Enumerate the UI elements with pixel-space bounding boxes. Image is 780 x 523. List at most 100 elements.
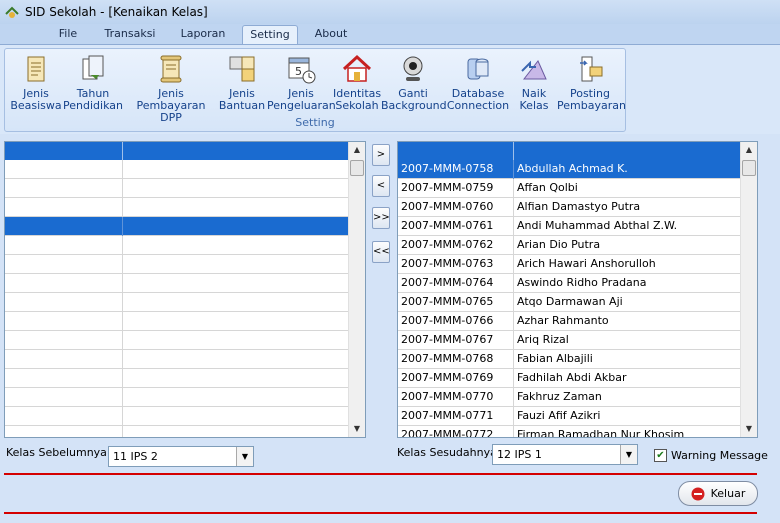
tab-file[interactable]: File <box>48 25 88 45</box>
naik-kelas-button[interactable]: Naik Kelas <box>511 51 557 112</box>
scroll-thumb[interactable] <box>350 160 364 176</box>
cell-nis <box>5 388 123 407</box>
jenis-pembayaran-dpp-button[interactable]: Jenis Pembayaran DPP <box>123 51 219 124</box>
table-row[interactable]: 2007-MMM-0772 Firman Ramadhan Nur Khosim <box>398 426 741 437</box>
table-row[interactable]: 2007-MMM-0760 Alfian Damastyo Putra <box>398 198 741 217</box>
chevron-down-icon[interactable]: ▼ <box>620 445 637 464</box>
table-row[interactable] <box>5 293 349 312</box>
table-row[interactable] <box>5 312 349 331</box>
table-row[interactable]: 2007-MMM-0762 Arian Dio Putra <box>398 236 741 255</box>
cell-nis <box>5 236 123 255</box>
warning-message-checkbox[interactable]: ✔ <box>654 449 667 462</box>
jenis-pengeluaran-button[interactable]: 5 Jenis Pengeluaran <box>267 51 336 112</box>
table-row[interactable] <box>5 331 349 350</box>
cell-nama: Arian Dio Putra <box>517 238 601 251</box>
table-row[interactable] <box>5 426 349 437</box>
column-header-nama[interactable] <box>123 142 349 160</box>
move-right-button[interactable]: > <box>372 144 390 166</box>
scroll-up-icon[interactable]: ▲ <box>349 142 365 158</box>
move-left-button[interactable]: < <box>372 175 390 197</box>
scroll-thumb[interactable] <box>742 160 756 176</box>
cell-nama <box>123 293 349 312</box>
keluar-label: Keluar <box>710 487 746 500</box>
ribbon: Jenis Beasiswa Tahun Pendidikan Jenis Pe… <box>0 44 780 134</box>
tab-about[interactable]: About <box>306 25 356 45</box>
column-header-nis[interactable] <box>5 142 123 160</box>
scroll-up-icon[interactable]: ▲ <box>741 142 757 158</box>
vertical-scrollbar[interactable]: ▲ ▼ <box>348 142 365 437</box>
table-row[interactable] <box>5 160 349 179</box>
cell-nama <box>123 407 349 426</box>
kelas-sesudahnya-select[interactable]: 12 IPS 1 ▼ <box>492 444 638 465</box>
table-row[interactable] <box>5 198 349 217</box>
table-row[interactable] <box>5 236 349 255</box>
table-row[interactable] <box>5 217 349 236</box>
table-row[interactable]: 2007-MMM-0769 Fadhilah Abdi Akbar <box>398 369 741 388</box>
database-connection-button[interactable]: Database Connection <box>445 51 511 112</box>
kelas-sesudahnya-label: Kelas Sesudahnya <box>397 446 497 459</box>
left-student-grid[interactable]: ▲ ▼ <box>4 141 366 438</box>
keluar-button[interactable]: Keluar <box>678 481 758 506</box>
jenis-bantuan-button[interactable]: Jenis Bantuan <box>217 51 267 112</box>
table-row[interactable]: 2007-MMM-0764 Aswindo Ridho Pradana <box>398 274 741 293</box>
table-row[interactable] <box>5 407 349 426</box>
right-student-grid[interactable]: 2007-MMM-0758 Abdullah Achmad K. 2007-MMM-… <box>397 141 758 438</box>
grid-header <box>398 142 741 160</box>
kelas-sebelumnya-select[interactable]: 11 IPS 2 ▼ <box>108 446 254 467</box>
cell-nis <box>5 369 123 388</box>
table-row[interactable] <box>5 179 349 198</box>
table-row[interactable] <box>5 369 349 388</box>
tahun-pendidikan-button[interactable]: Tahun Pendidikan <box>63 51 123 112</box>
content-area: ▲ ▼ > < >> << 2007-MMM-0758 Abdullah Achm… <box>0 134 780 523</box>
tab-transaksi[interactable]: Transaksi <box>98 25 162 45</box>
vertical-scrollbar[interactable]: ▲ ▼ <box>740 142 757 437</box>
checkmark-icon: ✔ <box>656 450 665 461</box>
document-copy-icon <box>82 55 104 80</box>
table-row[interactable] <box>5 388 349 407</box>
table-row[interactable]: 2007-MMM-0768 Fabian Albajili <box>398 350 741 369</box>
cell-nis <box>5 255 123 274</box>
cell-nama: Affan Qolbi <box>517 181 578 194</box>
cell-nis <box>5 331 123 350</box>
table-row[interactable]: 2007-MMM-0758 Abdullah Achmad K. <box>398 160 741 179</box>
scroll-down-icon[interactable]: ▼ <box>741 421 757 437</box>
table-row[interactable]: 2007-MMM-0763 Arich Hawari Anshorulloh <box>398 255 741 274</box>
table-row[interactable] <box>5 255 349 274</box>
cell-nis: 2007-MMM-0771 <box>398 407 514 426</box>
cell-nama: Fabian Albajili <box>517 352 593 365</box>
cell-nama: Atqo Darmawan Aji <box>517 295 623 308</box>
identitas-sekolah-button[interactable]: Identitas Sekolah <box>333 51 381 112</box>
table-row[interactable] <box>5 274 349 293</box>
table-row[interactable]: 2007-MMM-0767 Ariq Rizal <box>398 331 741 350</box>
ribbon-label-line1: Jenis Pembayaran <box>136 87 206 112</box>
title-bar: SID Sekolah - [Kenaikan Kelas] <box>0 0 780 24</box>
ganti-background-button[interactable]: Ganti Background <box>381 51 447 112</box>
table-row[interactable]: 2007-MMM-0771 Fauzi Afif Azikri <box>398 407 741 426</box>
column-header-nis[interactable] <box>398 142 514 160</box>
column-header-nama[interactable] <box>514 142 741 160</box>
cell-nis <box>5 293 123 312</box>
cell-nis <box>5 160 123 179</box>
chevron-down-icon[interactable]: ▼ <box>236 447 253 466</box>
cell-nama: Abdullah Achmad K. <box>517 162 628 175</box>
table-row[interactable] <box>5 350 349 369</box>
ribbon-label-line2: Sekolah <box>335 99 379 112</box>
move-all-right-button[interactable]: >> <box>372 207 390 229</box>
cell-nama <box>123 388 349 407</box>
cell-nama: Azhar Rahmanto <box>517 314 609 327</box>
table-row[interactable]: 2007-MMM-0765 Atqo Darmawan Aji <box>398 293 741 312</box>
scroll-down-icon[interactable]: ▼ <box>349 421 365 437</box>
jenis-beasiswa-button[interactable]: Jenis Beasiswa <box>7 51 65 112</box>
calendar-clock-icon: 5 <box>288 57 316 84</box>
move-all-left-button[interactable]: << <box>372 241 390 263</box>
table-row[interactable]: 2007-MMM-0759 Affan Qolbi <box>398 179 741 198</box>
menu-tabs: File Transaksi Laporan Setting About <box>0 24 780 46</box>
tab-laporan[interactable]: Laporan <box>172 25 234 45</box>
table-row[interactable]: 2007-MMM-0766 Azhar Rahmanto <box>398 312 741 331</box>
table-row[interactable]: 2007-MMM-0761 Andi Muhammad Abthal Z.W. <box>398 217 741 236</box>
cell-nis: 2007-MMM-0769 <box>398 369 514 388</box>
table-row[interactable]: 2007-MMM-0770 Fakhruz Zaman <box>398 388 741 407</box>
tab-setting[interactable]: Setting <box>242 25 298 46</box>
posting-pembayaran-button[interactable]: Posting Pembayaran <box>557 51 626 112</box>
cell-nama <box>123 255 349 274</box>
